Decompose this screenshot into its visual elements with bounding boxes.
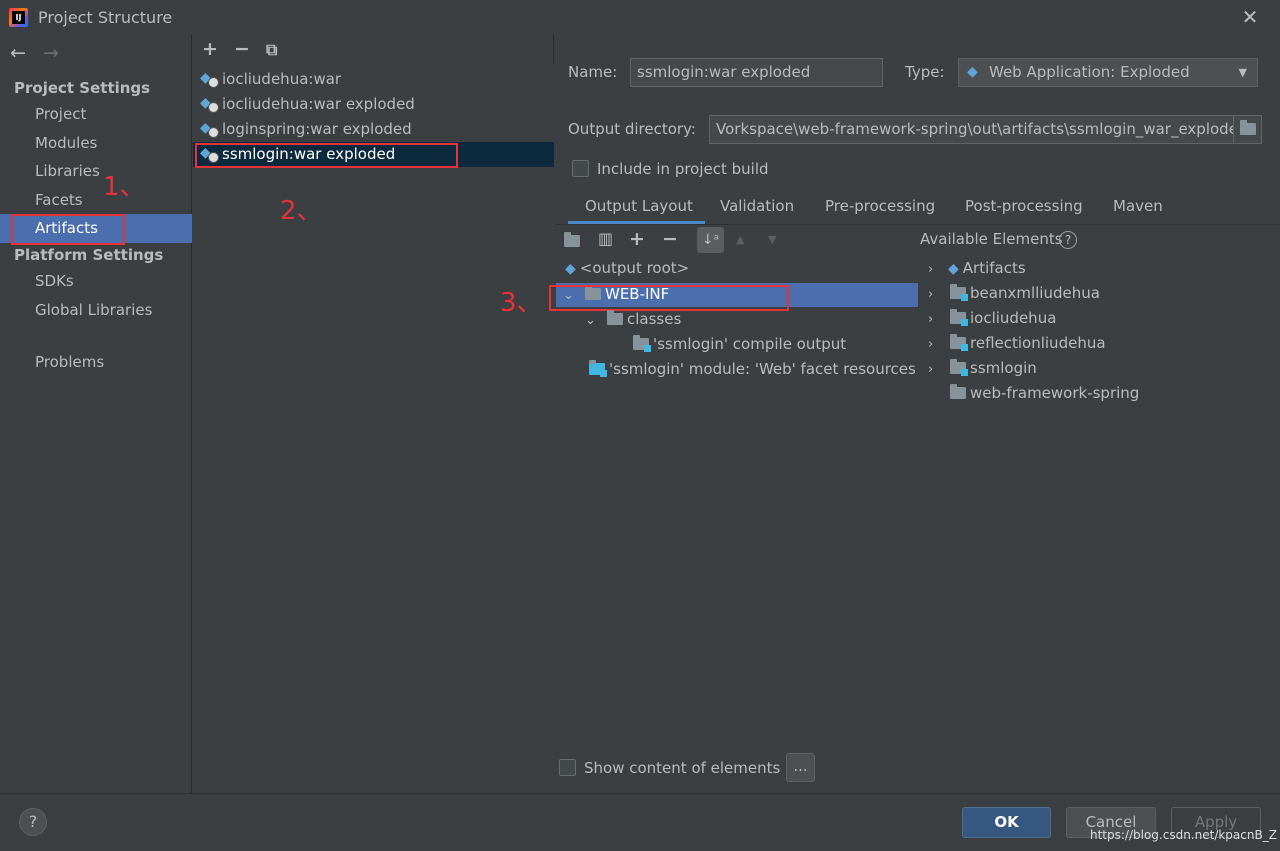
show-content-label: Show content of elements bbox=[584, 759, 781, 777]
module-icon bbox=[950, 309, 968, 326]
chevron-right-icon: › bbox=[928, 362, 934, 377]
remove-element-icon[interactable]: − bbox=[662, 228, 678, 250]
tree-row[interactable]: 'ssmlogin' compile output bbox=[633, 332, 846, 357]
add-element-icon[interactable]: + bbox=[629, 228, 645, 250]
tab-post-processing[interactable]: Post-processing bbox=[965, 197, 1083, 215]
type-label: Type: bbox=[905, 63, 945, 81]
dropdown-arrow-icon: ▼ bbox=[1238, 66, 1247, 79]
tab-validation[interactable]: Validation bbox=[720, 197, 794, 215]
sidebar-item-problems[interactable]: Problems bbox=[35, 353, 104, 371]
tree-row[interactable]: ⌄ classes bbox=[585, 307, 681, 332]
artifacts-list bbox=[193, 64, 554, 793]
web-facet-icon bbox=[589, 360, 607, 377]
help-button[interactable]: ? bbox=[19, 808, 47, 836]
list-item[interactable]: iocliudehua:war bbox=[200, 66, 341, 92]
available-item[interactable]: web-framework-spring bbox=[950, 381, 1139, 406]
list-item[interactable]: iocliudehua:war exploded bbox=[200, 91, 415, 117]
watermark-text: https://blog.csdn.net/kpacnB_Z bbox=[1090, 828, 1277, 842]
forward-arrow-icon[interactable]: → bbox=[43, 42, 59, 64]
folder-icon bbox=[607, 310, 623, 325]
window-title: Project Structure bbox=[38, 8, 173, 27]
new-directory-icon[interactable] bbox=[564, 231, 584, 250]
show-content-options-button[interactable]: ... bbox=[786, 753, 815, 782]
tab-pre-processing[interactable]: Pre-processing bbox=[825, 197, 935, 215]
available-item[interactable]: › reflectionliudehua bbox=[928, 331, 1106, 356]
project-settings-header: Project Settings bbox=[14, 79, 151, 97]
ok-button[interactable]: OK bbox=[962, 807, 1051, 838]
output-directory-label: Output directory: bbox=[568, 120, 696, 138]
back-arrow-icon[interactable]: ← bbox=[10, 42, 26, 64]
move-up-icon[interactable]: ▲ bbox=[736, 233, 744, 246]
sidebar-item-libraries[interactable]: Libraries bbox=[35, 162, 100, 180]
chevron-right-icon: › bbox=[928, 312, 934, 327]
help-icon[interactable]: ? bbox=[1059, 231, 1077, 249]
sidebar-item-sdks[interactable]: SDKs bbox=[35, 272, 74, 290]
add-artifact-button[interactable]: + bbox=[202, 38, 218, 60]
output-root-icon: ◆ bbox=[565, 261, 576, 277]
web-artifact-icon bbox=[200, 91, 219, 116]
chevron-right-icon: › bbox=[928, 262, 934, 277]
available-item[interactable]: › beanxmlliudehua bbox=[928, 281, 1100, 306]
remove-artifact-button[interactable]: − bbox=[234, 38, 250, 60]
tree-row[interactable]: 'ssmlogin' module: 'Web' facet resources bbox=[589, 357, 916, 382]
archive-icon[interactable]: ▥ bbox=[598, 229, 613, 248]
sidebar-item-modules[interactable]: Modules bbox=[35, 134, 97, 152]
tab-maven[interactable]: Maven bbox=[1113, 197, 1163, 215]
browse-folder-icon[interactable] bbox=[1234, 115, 1262, 144]
include-build-checkbox[interactable] bbox=[572, 160, 589, 177]
tree-row[interactable]: ◆ <output root> bbox=[565, 256, 689, 281]
web-artifact-icon bbox=[200, 66, 219, 91]
module-icon bbox=[950, 334, 968, 351]
web-artifact-icon bbox=[200, 116, 219, 141]
folder-icon bbox=[950, 384, 966, 399]
name-label: Name: bbox=[568, 63, 618, 81]
web-app-icon: ◆ bbox=[967, 64, 978, 80]
available-elements-header: Available Elements bbox=[920, 230, 1063, 248]
platform-settings-header: Platform Settings bbox=[14, 246, 164, 264]
tab-output-layout[interactable]: Output Layout bbox=[585, 197, 693, 215]
move-down-icon[interactable]: ▼ bbox=[768, 233, 776, 246]
sidebar-item-project[interactable]: Project bbox=[35, 105, 86, 123]
output-directory-input[interactable]: Vorkspace\web-framework-spring\out\artif… bbox=[709, 115, 1234, 144]
chevron-right-icon: › bbox=[928, 337, 934, 352]
sidebar-item-facets[interactable]: Facets bbox=[35, 191, 83, 209]
annotation-box-artifact bbox=[195, 143, 458, 168]
available-item[interactable]: › ◆ Artifacts bbox=[928, 256, 1026, 281]
module-output-icon bbox=[633, 335, 651, 352]
annotation-box-artifacts bbox=[11, 214, 125, 245]
annotation-3: 3、 bbox=[500, 288, 543, 318]
include-build-label: Include in project build bbox=[597, 160, 769, 178]
module-icon bbox=[950, 284, 968, 301]
title-bar bbox=[0, 0, 1280, 35]
available-item[interactable]: › iocliudehua bbox=[928, 306, 1056, 331]
sort-icon[interactable]: ↓ᵃ bbox=[697, 227, 724, 253]
chevron-right-icon: › bbox=[928, 287, 934, 302]
copy-artifact-button[interactable]: ⧉ bbox=[266, 40, 277, 60]
sidebar-item-global-libraries[interactable]: Global Libraries bbox=[35, 301, 152, 319]
intellij-logo-icon bbox=[9, 8, 28, 27]
tab-divider bbox=[555, 224, 1280, 225]
module-icon bbox=[950, 359, 968, 376]
close-icon[interactable]: ✕ bbox=[1240, 6, 1260, 28]
annotation-1: 1、 bbox=[103, 172, 146, 202]
chevron-down-icon: ⌄ bbox=[585, 313, 596, 328]
list-item[interactable]: loginspring:war exploded bbox=[200, 116, 412, 142]
type-select[interactable]: ◆ Web Application: Exploded ▼ bbox=[958, 58, 1258, 87]
annotation-2: 2、 bbox=[280, 196, 323, 226]
available-item[interactable]: › ssmlogin bbox=[928, 356, 1037, 381]
show-content-checkbox[interactable] bbox=[559, 759, 576, 776]
name-input[interactable]: ssmlogin:war exploded bbox=[630, 58, 883, 87]
artifacts-icon: ◆ bbox=[948, 261, 959, 277]
